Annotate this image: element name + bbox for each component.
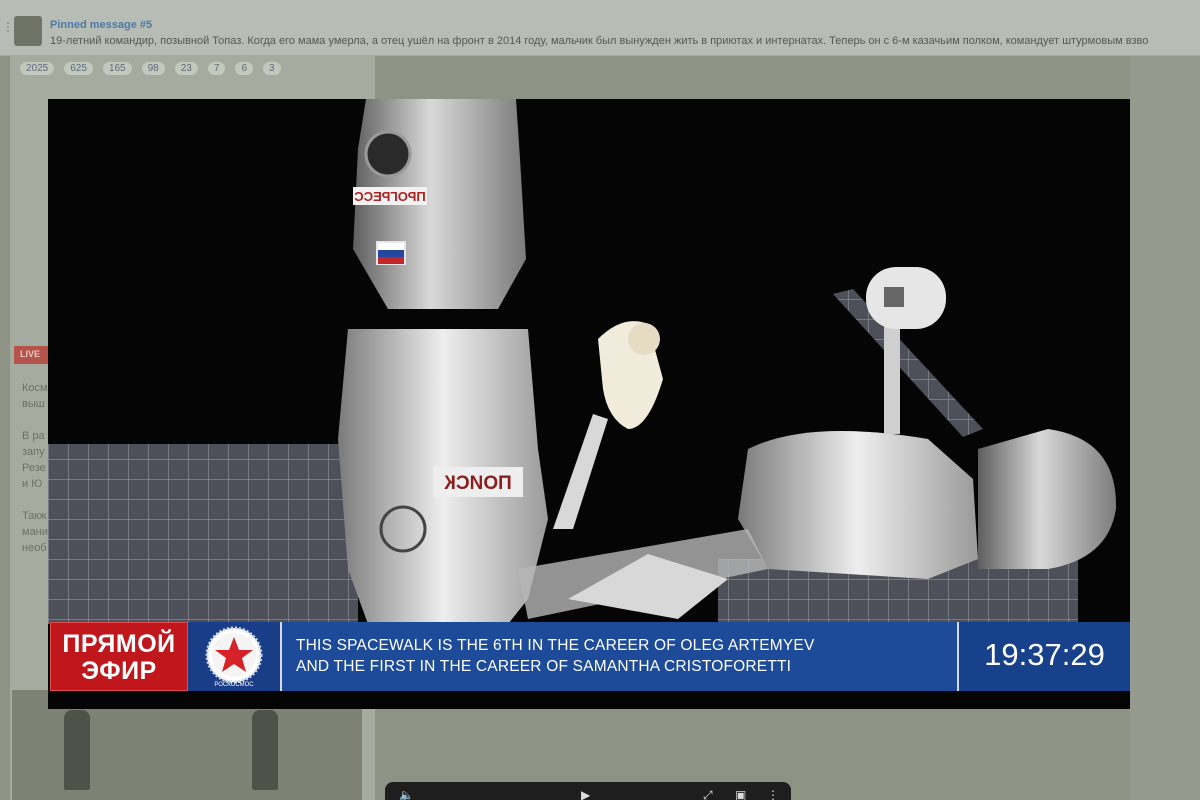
reaction-count[interactable]: 3 [263,62,281,75]
live-label-line2: ЭФИР [81,657,157,685]
pinned-title: Pinned message #5 [50,19,153,31]
play-icon[interactable]: ▶ [581,788,590,800]
volume-icon[interactable]: 🔈 [399,788,414,800]
chat-right-area [1130,56,1200,800]
solar-array-left [48,444,358,624]
video-frame[interactable]: ПРОГРЕСС ПОИСК ПРЯМОЙ ЭФИР РОСКОСМОС THI… [48,99,1130,709]
pinned-thumbnail [14,16,42,46]
pinned-text: 19-летний командир, позывной Топаз. Когд… [50,35,1149,47]
pinned-indicator: ⋮ [2,20,14,34]
module-label-mid: ПОИСК [444,473,512,494]
iss-scene-illustration: ПРОГРЕСС ПОИСК [48,99,1117,624]
reaction-count[interactable]: 7 [207,62,226,75]
live-broadcast-label: ПРЯМОЙ ЭФИР [50,622,188,691]
module-label-top: ПРОГРЕСС [354,189,426,204]
robotic-arm [553,414,608,529]
more-icon[interactable]: ⋮ [767,788,779,800]
live-badge: LIVE [14,346,48,364]
person-figure [64,710,90,790]
pip-icon[interactable]: ▣ [735,788,746,800]
roscosmos-logo: РОСКОСМОС [188,622,280,691]
antenna-mast [884,324,900,434]
broadcast-clock: 19:37:29 [957,622,1130,691]
ticker-line2: AND THE FIRST IN THE CAREER OF SAMANTHA … [296,658,792,675]
live-label-line1: ПРЯМОЙ [62,630,176,658]
reaction-count[interactable]: 2025 [20,62,55,75]
reaction-count[interactable]: 625 [64,62,93,75]
reactions-row: 2025 625 165 98 23 7 6 3 [20,62,281,75]
reaction-count[interactable]: 98 [141,62,165,75]
reaction-count[interactable]: 165 [102,62,132,75]
person-figure [252,710,278,790]
fullscreen-icon[interactable]: ⤢ [703,788,713,800]
logo-text: РОСКОСМОС [214,682,254,688]
ticker-line1: THIS SPACEWALK IS THE 6th IN THE CAREER … [296,637,815,654]
broadcast-ticker: THIS SPACEWALK IS THE 6th IN THE CAREER … [280,622,957,691]
reaction-count[interactable]: 6 [235,62,253,75]
roscosmos-star-icon: РОСКОСМОС [205,626,263,688]
docking-node [978,429,1117,569]
reaction-count[interactable]: 23 [174,62,198,75]
pinned-message-bar[interactable]: ⋮ Pinned message #5 19-летний командир, … [0,0,1200,56]
antenna-dish [866,267,946,329]
right-module [738,431,978,579]
player-controls: 🔈 ▶ ⤢ ▣ ⋮ [385,782,791,800]
